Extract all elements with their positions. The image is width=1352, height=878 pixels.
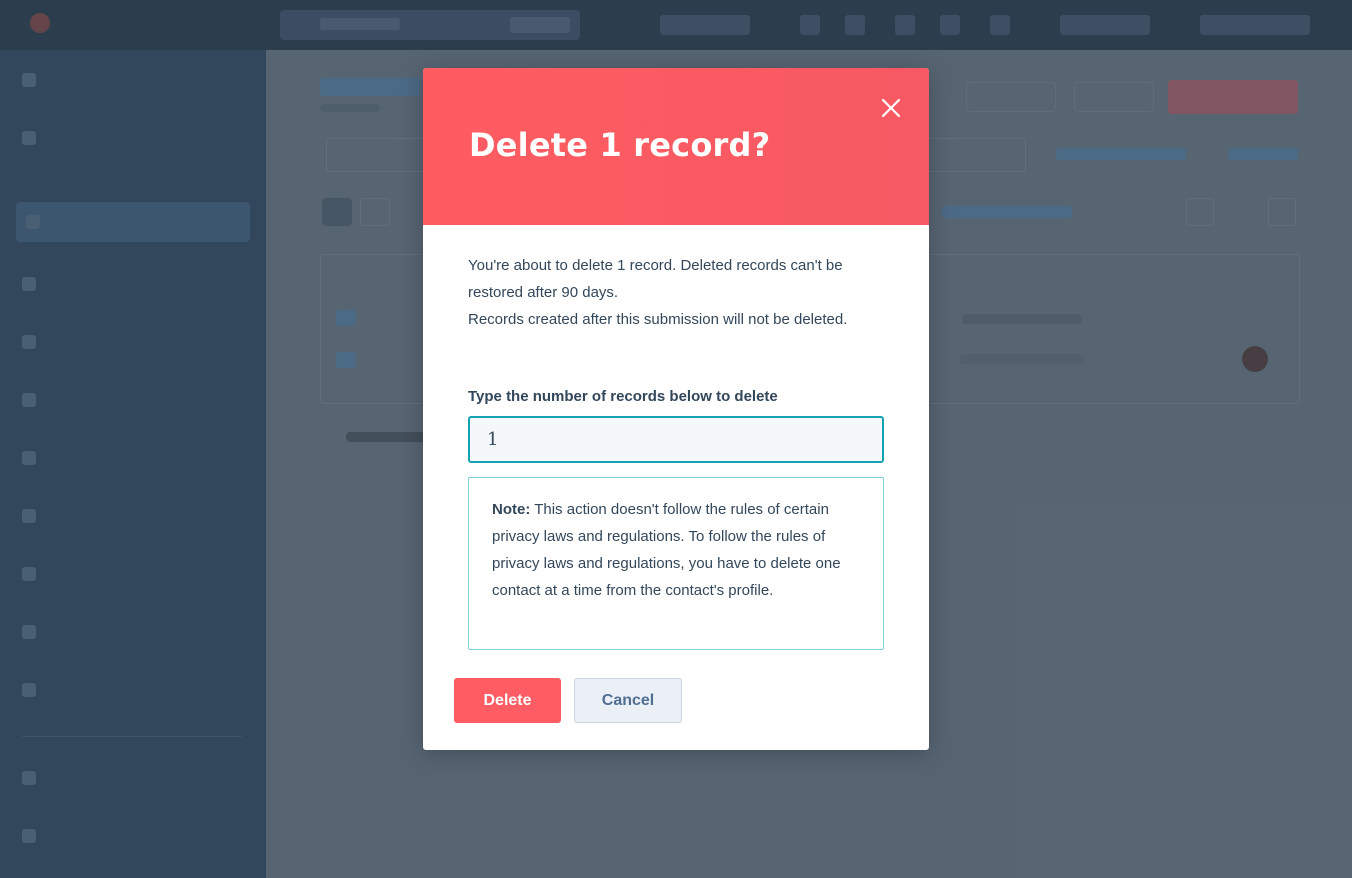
dialog-title: Delete 1 record? (469, 126, 771, 164)
close-button[interactable] (875, 92, 907, 124)
dialog-description: You're about to delete 1 record. Deleted… (468, 252, 884, 333)
delete-button[interactable]: Delete (454, 678, 561, 723)
note-text: This action doesn't follow the rules of … (492, 501, 841, 599)
dialog-header: Delete 1 record? (423, 68, 929, 225)
close-icon (881, 98, 901, 118)
privacy-note: Note: This action doesn't follow the rul… (468, 477, 884, 650)
confirm-count-label: Type the number of records below to dele… (468, 388, 778, 405)
cancel-button[interactable]: Cancel (574, 678, 682, 723)
confirm-count-input[interactable] (468, 416, 884, 463)
note-label: Note: (492, 501, 531, 518)
description-text: You're about to delete 1 record. Deleted… (468, 257, 843, 301)
description-text: Records created after this submission wi… (468, 311, 848, 328)
delete-records-dialog: Delete 1 record? You're about to delete … (423, 68, 929, 750)
